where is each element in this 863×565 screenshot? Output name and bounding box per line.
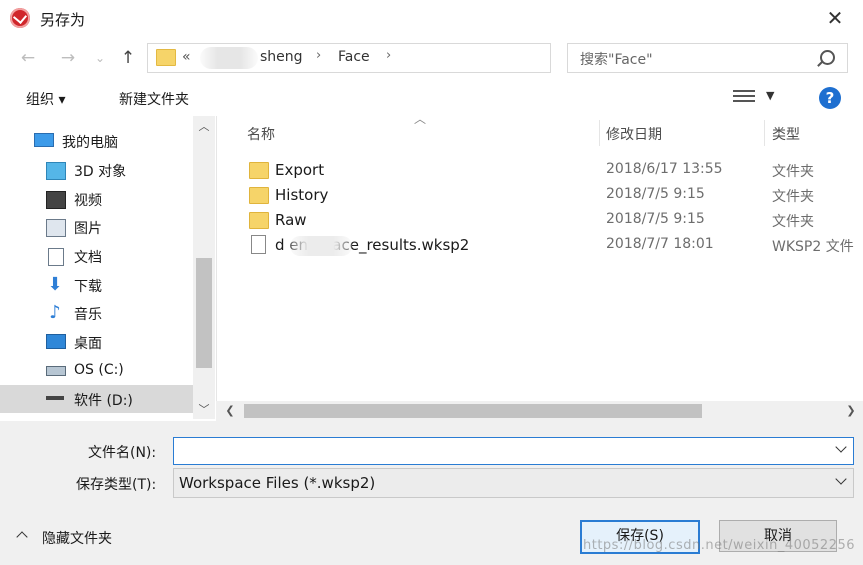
filetype-select[interactable]: Workspace Files (*.wksp2) [173,468,854,498]
horizontal-scroll-thumb[interactable] [244,404,702,418]
filename-label: 文件名(N): [88,445,157,461]
sidebar-item-documents[interactable]: 文档 [0,242,193,270]
redacted-blur [290,236,352,256]
list-item[interactable]: Raw 2018/7/5 9:15 文件夹 [217,208,863,233]
view-options-icon[interactable] [733,90,755,105]
file-name: Raw [275,211,307,229]
organize-button[interactable]: 组织 ▾ [26,89,65,109]
breadcrumb-separator[interactable]: › [316,48,321,63]
sidebar-item-label: 视频 [74,193,102,209]
sidebar-item-my-computer[interactable]: 我的电脑 [0,127,193,155]
column-header-date[interactable]: 修改日期 [606,124,662,144]
sidebar-item-label: 音乐 [74,307,102,323]
desktop-icon [46,334,66,349]
filetype-value: Workspace Files (*.wksp2) [179,474,376,492]
search-icon[interactable] [820,50,835,65]
file-type: 文件夹 [772,189,814,205]
pictures-icon [46,219,66,237]
sidebar-scroll-thumb[interactable] [196,258,212,368]
breadcrumb-sheng[interactable]: sheng [260,49,303,65]
file-date: 2018/7/5 9:15 [606,186,705,202]
chevron-down-icon[interactable] [835,441,847,453]
file-type: WKSP2 文件 [772,239,854,255]
app-icon [10,8,30,28]
search-input[interactable]: 搜索"Face" [580,49,653,69]
recent-locations-chevron-icon[interactable]: ⌄ [88,46,112,70]
sidebar-item-music[interactable]: ♪ 音乐 [0,299,193,327]
file-name: Export [275,161,325,179]
download-icon: ⬇ [47,274,63,295]
music-icon: ♪ [49,302,61,323]
sidebar-item-pictures[interactable]: 图片 [0,213,193,241]
file-date: 2018/7/5 9:15 [606,211,705,227]
watermark-text: https://blog.csdn.net/weixin_40052256 [583,538,856,553]
drive-icon [46,396,64,400]
documents-icon [48,248,64,266]
hide-folders-button[interactable]: 隐藏文件夹 [42,528,112,548]
navigation-pane: 我的电脑 3D 对象 视频 图片 文档 ⬇ 下载 ♪ 音乐 桌面 OS (C:)… [0,116,215,419]
help-icon[interactable]: ? [819,87,841,109]
folder-icon [249,187,269,204]
breadcrumb-separator[interactable]: › [386,48,391,63]
sidebar-item-videos[interactable]: 视频 [0,185,193,213]
redacted-blur [200,47,258,69]
file-list: ︿ 名称 修改日期 类型 Export 2018/6/17 13:55 文件夹 … [216,112,863,419]
file-icon [251,235,266,254]
new-folder-button[interactable]: 新建文件夹 [119,89,189,109]
scroll-right-icon[interactable]: ❯ [841,401,861,421]
folder-icon [249,162,269,179]
window-title: 另存为 [40,11,86,29]
file-type: 文件夹 [772,164,814,180]
search-box[interactable]: 搜索"Face" [567,43,848,73]
sidebar-item-label: 软件 (D:) [74,393,133,409]
sidebar-item-label: OS (C:) [74,362,124,378]
sidebar-item-drive-c[interactable]: OS (C:) [0,357,193,385]
sidebar-item-label: 图片 [74,221,102,237]
3d-objects-icon [46,162,66,180]
file-list-horizontal-scrollbar[interactable]: ❮ ❯ [216,401,863,421]
column-divider[interactable] [764,120,765,146]
computer-icon [34,133,54,147]
back-arrow-icon[interactable]: ← [16,46,40,70]
up-arrow-icon[interactable]: ↑ [116,46,140,70]
chevron-down-icon[interactable] [835,473,847,485]
list-item[interactable]: Export 2018/6/17 13:55 文件夹 [217,158,863,183]
scroll-left-icon[interactable]: ❮ [220,401,240,421]
sidebar-scrollbar[interactable]: ︿ ﹀ [193,116,215,419]
file-name: History [275,186,329,204]
folder-icon [156,49,176,66]
folder-icon [249,212,269,229]
sidebar-item-label: 3D 对象 [74,164,127,180]
sidebar-item-desktop[interactable]: 桌面 [0,328,193,356]
title-bar: 另存为 ✕ [0,0,863,36]
sort-ascending-icon: ︿ [414,112,427,126]
sidebar-item-label: 桌面 [74,336,102,352]
list-item[interactable]: History 2018/7/5 9:15 文件夹 [217,183,863,208]
filetype-label: 保存类型(T): [76,477,157,493]
forward-arrow-icon[interactable]: → [56,46,80,70]
video-icon [46,191,66,209]
close-button[interactable]: ✕ [817,4,853,32]
view-dropdown-icon[interactable]: ▼ [766,89,774,102]
sidebar-item-label: 我的电脑 [62,135,118,151]
breadcrumb-overflow[interactable]: « [182,49,191,65]
column-divider[interactable] [599,120,600,146]
file-date: 2018/7/7 18:01 [606,236,714,252]
sidebar-item-label: 下载 [74,279,102,295]
column-header-name[interactable]: 名称 [247,124,275,144]
scroll-down-icon[interactable]: ﹀ [193,401,215,419]
filename-field[interactable] [173,437,854,465]
sidebar-item-drive-d[interactable]: 软件 (D:) [0,385,193,413]
sidebar-item-downloads[interactable]: ⬇ 下载 [0,271,193,299]
file-date: 2018/6/17 13:55 [606,161,723,177]
file-type: 文件夹 [772,214,814,230]
column-header-type[interactable]: 类型 [772,124,800,144]
sidebar-item-label: 文档 [74,250,102,266]
breadcrumb-face[interactable]: Face [338,49,370,65]
drive-icon [46,366,66,376]
scroll-up-icon[interactable]: ︿ [193,118,215,136]
sidebar-item-3d-objects[interactable]: 3D 对象 [0,156,193,184]
